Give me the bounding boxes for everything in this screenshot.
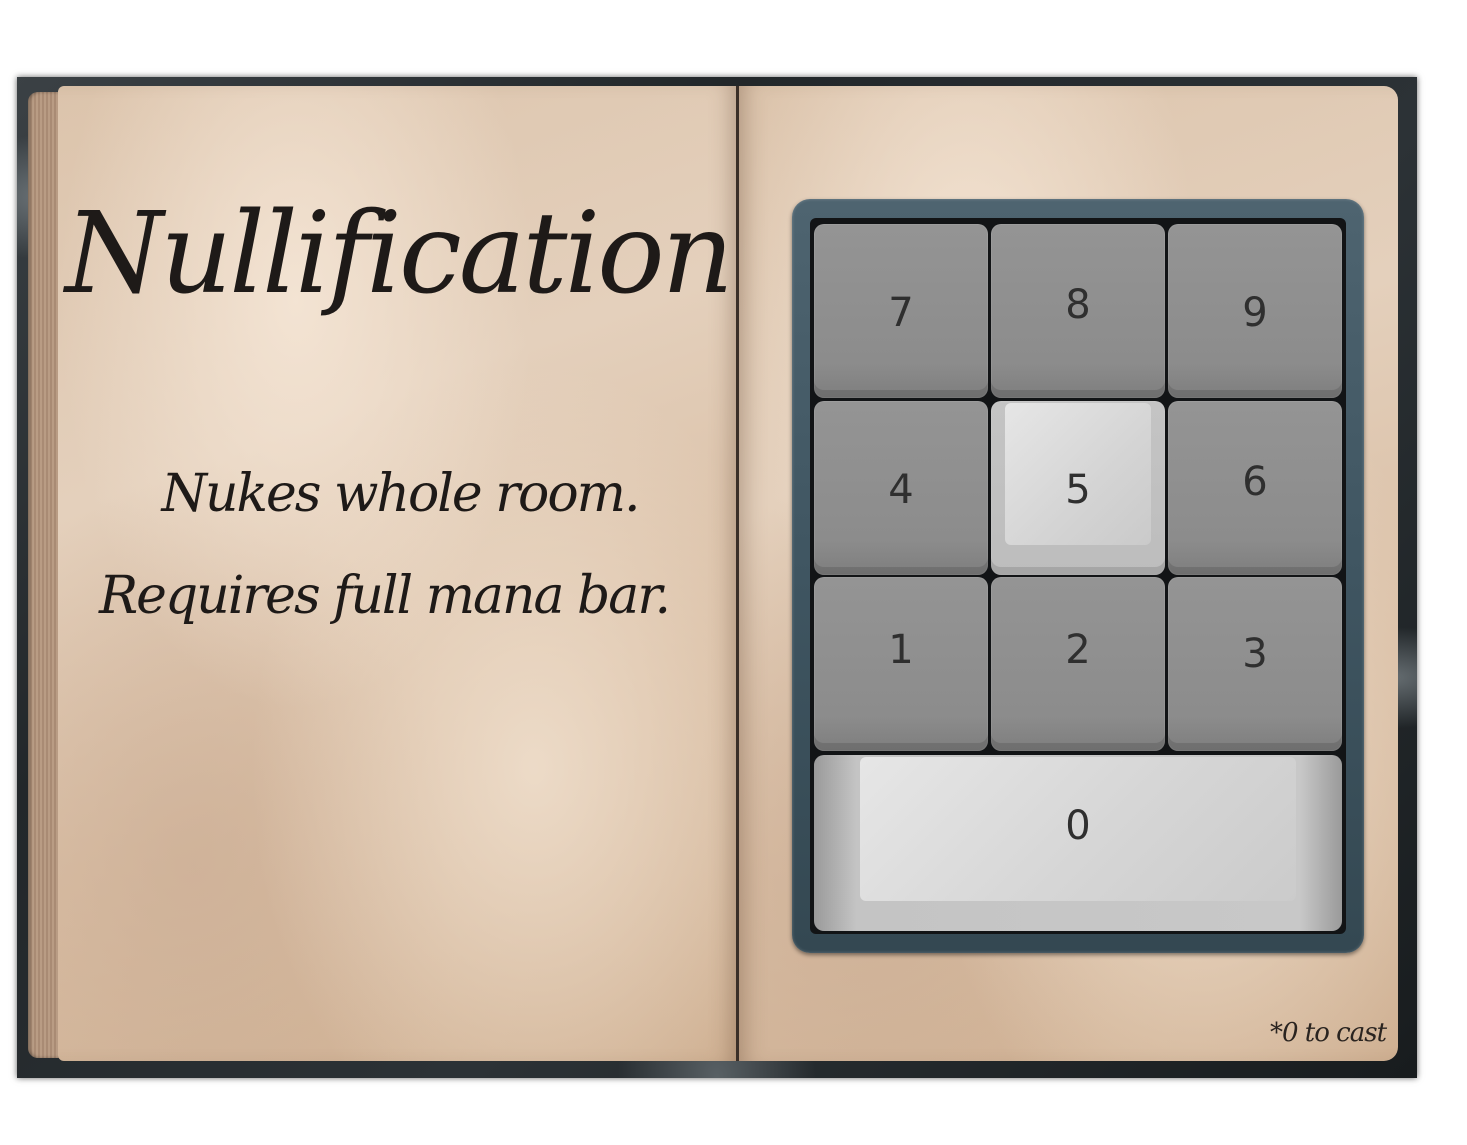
key-label: 6 <box>1242 459 1268 505</box>
numpad-key-1[interactable]: 1 <box>814 577 988 751</box>
key-label: 9 <box>1242 290 1268 336</box>
numpad-key-8[interactable]: 8 <box>991 224 1165 398</box>
spell-description-line-1: Nukes whole room. <box>161 464 640 524</box>
key-label: 5 <box>1065 467 1091 513</box>
key-label: 2 <box>1065 627 1091 673</box>
numpad-key-4[interactable]: 4 <box>814 401 988 575</box>
key-label: 7 <box>888 290 914 336</box>
key-label: 3 <box>1242 631 1268 677</box>
spell-description-line-2: Requires full mana bar. <box>98 566 671 626</box>
key-label: 4 <box>888 467 914 513</box>
numpad-key-6[interactable]: 6 <box>1168 401 1342 575</box>
numpad-key-5[interactable]: 5 <box>991 401 1165 575</box>
spell-title: Nullification <box>65 189 734 319</box>
cast-hint: *0 to cast <box>1270 1018 1387 1048</box>
numpad-key-9[interactable]: 9 <box>1168 224 1342 398</box>
numpad-key-3[interactable]: 3 <box>1168 577 1342 751</box>
key-label: 0 <box>1065 803 1091 849</box>
key-label: 8 <box>1065 282 1091 328</box>
key-label: 1 <box>888 627 914 673</box>
numpad-key-0[interactable]: 0 <box>814 755 1342 931</box>
numpad-key-2[interactable]: 2 <box>991 577 1165 751</box>
numpad-key-7[interactable]: 7 <box>814 224 988 398</box>
